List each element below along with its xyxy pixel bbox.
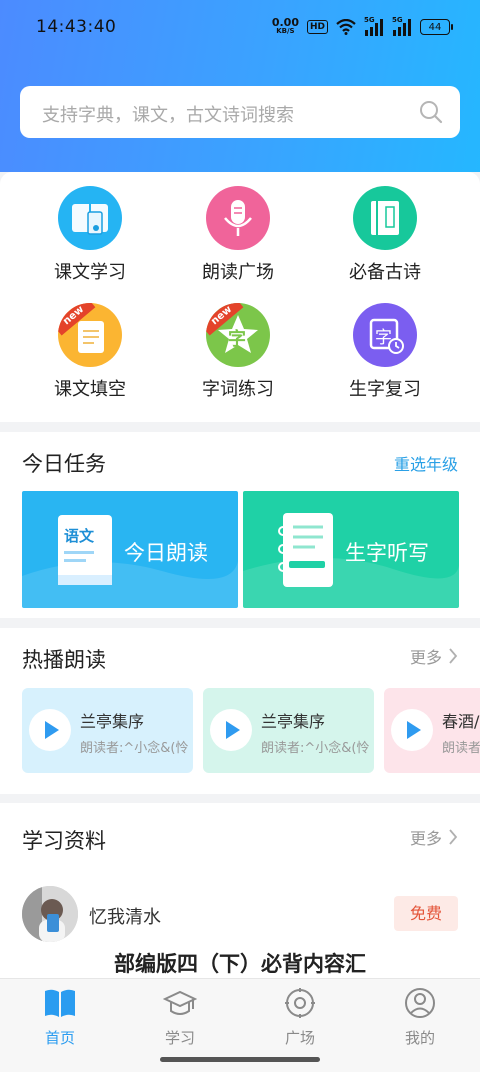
chevron-right-icon bbox=[449, 648, 458, 664]
author-name: 忆我清水 bbox=[89, 907, 161, 928]
star-word-icon: 字 new bbox=[206, 303, 270, 367]
search-placeholder[interactable]: 支持字典，课文，古文诗词搜索 bbox=[42, 101, 294, 127]
word-clock-icon: 字 bbox=[353, 303, 417, 367]
hot-reading-more-link[interactable]: 更多 bbox=[410, 644, 458, 668]
notebook-pen-icon bbox=[278, 513, 333, 587]
hot-reading-section: 热播朗读 更多 兰亭集序 朗读者:^小念&(怜 兰亭集序 朗读者:^小念&(怜 … bbox=[0, 628, 480, 794]
hot-reading-item[interactable]: 兰亭集序 朗读者:^小念&(怜 bbox=[203, 688, 374, 773]
netspeed: 0.00 KB/S bbox=[271, 16, 299, 35]
study-material-title: 学习资料 bbox=[22, 829, 106, 853]
signal-icon-1: 5G bbox=[364, 16, 384, 36]
tab-home[interactable]: 首页 bbox=[0, 987, 120, 1048]
tab-mine[interactable]: 我的 bbox=[360, 987, 480, 1048]
today-task-title: 今日任务 bbox=[22, 452, 106, 476]
home-indicator[interactable] bbox=[160, 1057, 320, 1062]
reselect-grade-link[interactable]: 重选年级 bbox=[394, 451, 458, 475]
feature-classic-poems[interactable]: 必备古诗 bbox=[325, 186, 445, 284]
avatar[interactable] bbox=[22, 886, 78, 942]
chinese-book-icon: 语文 bbox=[56, 511, 116, 589]
study-material-more-link[interactable]: 更多 bbox=[410, 825, 458, 849]
play-icon[interactable] bbox=[391, 709, 433, 751]
play-icon[interactable] bbox=[210, 709, 252, 751]
status-time: 14:43:40 bbox=[36, 17, 117, 37]
hd-icon: HD bbox=[306, 20, 328, 34]
microphone-icon bbox=[206, 186, 270, 250]
tab-square[interactable]: 广场 bbox=[240, 987, 360, 1048]
wifi-icon bbox=[336, 19, 356, 35]
status-icons: 0.00 KB/S HD 5G 5G 44 bbox=[271, 16, 453, 38]
material-title[interactable]: 部编版四（下）必背内容汇 bbox=[0, 948, 480, 978]
feature-reading-square[interactable]: 朗读广场 bbox=[178, 186, 298, 284]
book-icon bbox=[45, 989, 75, 1017]
today-reading-card[interactable]: 语文 今日朗读 bbox=[22, 491, 238, 608]
feature-fill-blank[interactable]: new 课文填空 bbox=[30, 303, 150, 401]
hot-reading-item[interactable]: 春酒/ 朗读者 bbox=[384, 688, 480, 773]
battery-icon: 44 bbox=[420, 19, 453, 35]
tab-study[interactable]: 学习 bbox=[120, 987, 240, 1048]
today-task-section: 今日任务 重选年级 语文 今日朗读 生字听写 bbox=[0, 432, 480, 618]
play-icon[interactable] bbox=[29, 709, 71, 751]
book-tablet-icon bbox=[58, 186, 122, 250]
feature-new-word-review[interactable]: 字 生字复习 bbox=[325, 303, 445, 401]
feature-word-practice[interactable]: 字 new 字词练习 bbox=[178, 303, 298, 401]
hot-reading-item[interactable]: 兰亭集序 朗读者:^小念&(怜 bbox=[22, 688, 193, 773]
hot-reading-title: 热播朗读 bbox=[22, 648, 106, 672]
chevron-right-icon bbox=[449, 829, 458, 845]
study-material-section: 学习资料 更多 忆我清水 免费 部编版四（下）必背内容汇 bbox=[0, 803, 480, 983]
status-bar: 14:43:40 0.00 KB/S HD 5G 5G 44 bbox=[0, 0, 480, 56]
search-icon[interactable] bbox=[418, 99, 444, 125]
user-icon bbox=[405, 988, 435, 1018]
feature-text-study[interactable]: 课文学习 bbox=[30, 186, 150, 284]
feature-grid: 课文学习 朗读广场 必备古诗 new 课文填空 字 new 字词练习 字 生字复… bbox=[0, 172, 480, 422]
search-bar[interactable]: 支持字典，课文，古文诗词搜索 bbox=[20, 86, 460, 138]
scroll-book-icon bbox=[353, 186, 417, 250]
new-word-dictation-card[interactable]: 生字听写 bbox=[243, 491, 459, 608]
free-badge: 免费 bbox=[394, 896, 458, 931]
compass-icon bbox=[285, 988, 315, 1018]
signal-icon-2: 5G bbox=[392, 16, 412, 36]
graduation-cap-icon bbox=[162, 990, 198, 1015]
note-icon: new bbox=[58, 303, 122, 367]
